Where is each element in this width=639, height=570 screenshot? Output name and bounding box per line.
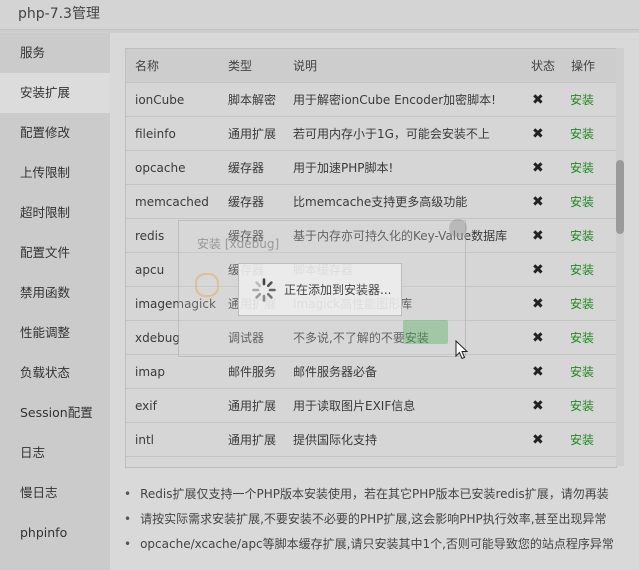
table-row: exif 通用扩展 用于读取图片EXIF信息 ✖ 安装 [126, 388, 616, 423]
note-item: 请按实际需求安装扩展,不要安装不必要的PHP扩展,这会影响PHP执行效率,甚至出… [124, 508, 629, 533]
table-row: fileinfo 通用扩展 若可用内存小于1G，可能会安装不上 ✖ 安装 [126, 116, 616, 151]
loading-toast: 正在添加到安装器... [238, 263, 402, 316]
install-link[interactable]: 安装 [562, 184, 616, 219]
sidebar-item[interactable]: Session配置 [0, 393, 110, 433]
notes-list: Redis扩展仅支持一个PHP版本安装使用，若在其它PHP版本已安装redis扩… [124, 483, 629, 558]
install-link[interactable]: 安装 [562, 422, 616, 457]
extension-type: 缓存器 [219, 184, 284, 219]
install-link[interactable]: 安装 [562, 218, 616, 253]
install-link[interactable]: 安装 [562, 388, 616, 423]
extension-name: opcache [126, 150, 219, 185]
extension-type: 通用扩展 [219, 422, 284, 457]
table-scrollbar[interactable] [616, 48, 624, 466]
sidebar-item[interactable]: 慢日志 [0, 473, 110, 513]
status-not-installed-icon: ✖ [522, 252, 562, 287]
window-title: php-7.3管理 [0, 0, 639, 30]
extension-name: intl [126, 422, 219, 457]
sidebar-item[interactable]: 服务 [0, 33, 110, 73]
extension-type: 通用扩展 [219, 116, 284, 151]
extension-name: exif [126, 388, 219, 423]
sidebar-item[interactable]: 负载状态 [0, 353, 110, 393]
status-not-installed-icon: ✖ [522, 354, 562, 389]
extension-type: 通用扩展 [219, 388, 284, 423]
status-not-installed-icon: ✖ [522, 82, 562, 117]
extension-description: 用于加速PHP脚本! [284, 150, 522, 185]
extension-type: 缓存器 [219, 150, 284, 185]
header-action: 操作 [562, 49, 616, 83]
loading-spinner-icon [252, 277, 276, 302]
table-row: memcached 缓存器 比memcache支持更多高级功能 ✖ 安装 [126, 184, 616, 219]
sidebar-item[interactable]: 安装扩展 [0, 73, 110, 113]
table-row: intl 通用扩展 提供国际化支持 ✖ 安装 [126, 422, 616, 457]
install-link[interactable]: 安装 [562, 286, 616, 321]
extension-name: fileinfo [126, 116, 219, 151]
sidebar-item[interactable]: 禁用函数 [0, 273, 110, 313]
loading-text: 正在添加到安装器... [284, 283, 392, 297]
status-not-installed-icon: ✖ [522, 320, 562, 355]
extension-type: 邮件服务 [219, 354, 284, 389]
extension-description: 比memcache支持更多高级功能 [284, 184, 522, 219]
install-link[interactable]: 安装 [562, 116, 616, 151]
sidebar: 服务 安装扩展 配置修改 上传限制 超时限制 配置文件 禁用函数 性能调整 负载状态 Sessio… [0, 33, 110, 570]
sidebar-item[interactable]: 配置修改 [0, 113, 110, 153]
extension-description: 邮件服务器必备 [284, 354, 522, 389]
sidebar-item[interactable]: 上传限制 [0, 153, 110, 193]
header-description: 说明 [284, 49, 522, 83]
status-not-installed-icon: ✖ [522, 286, 562, 321]
sidebar-item[interactable]: 超时限制 [0, 193, 110, 233]
install-link[interactable]: 安装 [562, 252, 616, 287]
underlying-submit-button [403, 320, 448, 344]
header-status: 状态 [522, 49, 562, 83]
install-link[interactable]: 安装 [562, 320, 616, 355]
mouse-cursor-icon [455, 340, 469, 360]
sidebar-item[interactable]: 配置文件 [0, 233, 110, 273]
status-not-installed-icon: ✖ [522, 218, 562, 253]
extension-description: 用于解密ionCube Encoder加密脚本! [284, 82, 522, 117]
scrollbar-thumb[interactable] [616, 160, 624, 234]
sidebar-item[interactable]: 性能调整 [0, 313, 110, 353]
sidebar-item[interactable]: 日志 [0, 433, 110, 473]
status-not-installed-icon: ✖ [522, 422, 562, 457]
sidebar-item[interactable]: phpinfo [0, 513, 110, 553]
install-link[interactable]: 安装 [562, 82, 616, 117]
table-header-row: 名称 类型 说明 状态 操作 [126, 49, 616, 83]
extension-description: 提供国际化支持 [284, 422, 522, 457]
table-row: ionCube 脚本解密 用于解密ionCube Encoder加密脚本! ✖ 安装 [126, 82, 616, 117]
note-item: opcache/xcache/apc等脚本缓存扩展,请只安装其中1个,否则可能导… [124, 533, 629, 558]
extension-type: 脚本解密 [219, 82, 284, 117]
install-link[interactable]: 安装 [562, 354, 616, 389]
status-not-installed-icon: ✖ [522, 184, 562, 219]
install-link[interactable]: 安装 [562, 150, 616, 185]
extension-name: ionCube [126, 82, 219, 117]
extension-name: memcached [126, 184, 219, 219]
underlying-dialog-title: 安装 [xdebug] [197, 237, 280, 251]
status-not-installed-icon: ✖ [522, 116, 562, 151]
info-icon [195, 273, 219, 297]
note-item: Redis扩展仅支持一个PHP版本安装使用，若在其它PHP版本已安装redis扩… [124, 483, 629, 508]
header-type: 类型 [219, 49, 284, 83]
extension-description: 用于读取图片EXIF信息 [284, 388, 522, 423]
table-row: opcache 缓存器 用于加速PHP脚本! ✖ 安装 [126, 150, 616, 185]
header-name: 名称 [126, 49, 219, 83]
extension-description: 若可用内存小于1G，可能会安装不上 [284, 116, 522, 151]
extension-name: imap [126, 354, 219, 389]
table-row: imap 邮件服务 邮件服务器必备 ✖ 安装 [126, 354, 616, 389]
status-not-installed-icon: ✖ [522, 150, 562, 185]
close-icon [449, 219, 467, 237]
status-not-installed-icon: ✖ [522, 388, 562, 423]
